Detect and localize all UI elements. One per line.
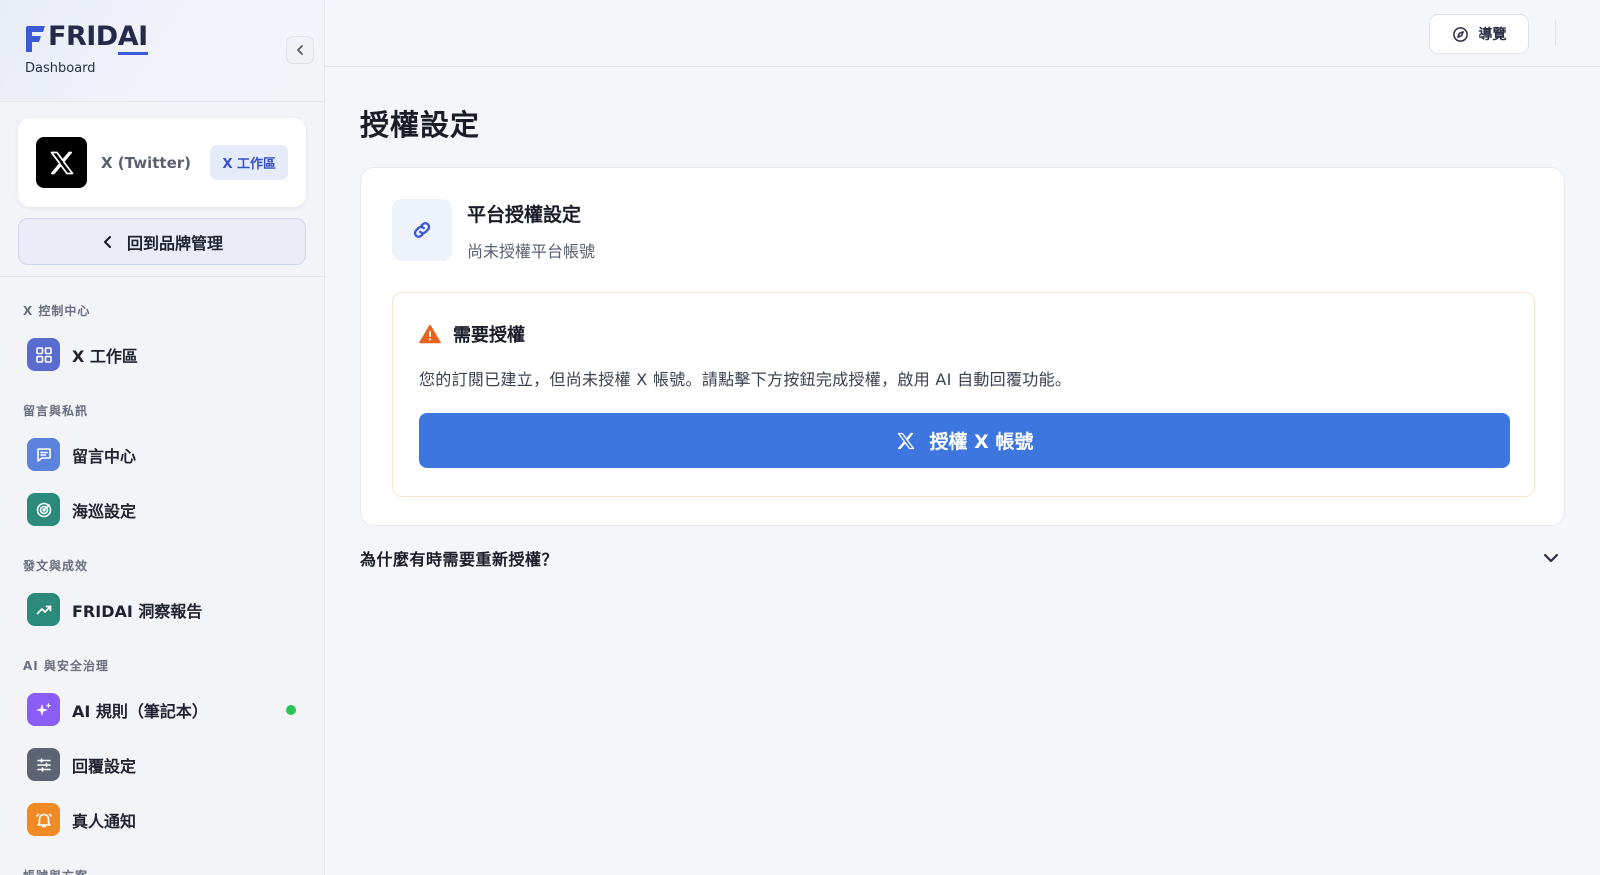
status-active-dot — [286, 705, 296, 715]
page-title: 授權設定 — [360, 108, 481, 142]
authorization-warning-box: 需要授權 您的訂閱已建立，但尚未授權 X 帳號。請點擊下方按鈕完成授權，啟用 A… — [392, 292, 1535, 497]
nav-section-title: X 控制中心 — [23, 304, 91, 318]
sidebar-item-human-notification[interactable]: 真人通知 — [0, 792, 324, 847]
chevron-left-icon — [297, 45, 303, 55]
sidebar-item-comment-center[interactable]: 留言中心 — [0, 427, 324, 482]
trend-up-icon — [27, 593, 60, 626]
sliders-icon — [27, 748, 60, 781]
sidebar-item-patrol-settings[interactable]: 海巡設定 — [0, 482, 324, 537]
sidebar-item-reply-settings[interactable]: 回覆設定 — [0, 737, 324, 792]
sidebar: FRIDAI Dashboard X (Twitter) X 工作區 回到品牌管… — [0, 0, 325, 875]
faq-reauthorize-toggle[interactable]: 為什麼有時需要重新授權？ — [360, 540, 1565, 576]
card-heading: 平台授權設定 — [467, 204, 582, 226]
bell-icon — [27, 803, 60, 836]
sidebar-item-ai-rules[interactable]: AI 規則（筆記本） — [0, 682, 324, 737]
sidebar-item-label: 海巡設定 — [72, 501, 137, 521]
logo-subtitle: Dashboard — [25, 61, 96, 76]
sidebar-item-insight-report[interactable]: FRIDAI 洞察報告 — [0, 582, 324, 637]
faq-question: 為什麼有時需要重新授權？ — [360, 550, 559, 569]
platform-name: X (Twitter) — [101, 153, 191, 172]
fridai-logo-icon — [26, 25, 45, 52]
logo[interactable]: FRIDAI — [24, 21, 148, 55]
nav-section-title: 帳號與方案 — [0, 867, 324, 875]
platform-auth-card: 平台授權設定 尚未授權平台帳號 需要授權 您的訂閱已建立，但尚未授權 X 帳號。… — [360, 167, 1565, 526]
x-logo-icon — [36, 137, 87, 188]
x-logo-icon — [897, 432, 914, 449]
back-to-brand-button[interactable]: 回到品牌管理 — [18, 218, 306, 265]
radar-icon — [27, 493, 60, 526]
workspace-badge[interactable]: X 工作區 — [210, 145, 288, 180]
sidebar-item-label: 回覆設定 — [72, 756, 137, 776]
link-icon — [392, 199, 452, 261]
authorize-x-account-button[interactable]: 授權 X 帳號 — [419, 413, 1510, 468]
sidebar-item-x-workspace[interactable]: X 工作區 — [0, 327, 324, 382]
platform-card[interactable]: X (Twitter) X 工作區 — [18, 118, 306, 207]
compass-icon — [1452, 26, 1468, 42]
sidebar-item-label: AI 規則（筆記本） — [72, 701, 208, 721]
chevron-left-icon — [103, 235, 112, 248]
divider — [1555, 20, 1556, 46]
warning-title: 需要授權 — [419, 321, 525, 347]
dashboard-grid-icon — [27, 338, 60, 371]
nav-section-title: 留言與私訊 — [23, 404, 89, 418]
authorize-button-label: 授權 X 帳號 — [929, 431, 1034, 453]
topbar: 導覽 — [325, 0, 1600, 67]
collapse-sidebar-button[interactable] — [286, 36, 314, 64]
sparkles-icon — [27, 693, 60, 726]
message-icon — [27, 438, 60, 471]
sidebar-item-label: 留言中心 — [72, 446, 137, 466]
warning-text: 您的訂閱已建立，但尚未授權 X 帳號。請點擊下方按鈕完成授權，啟用 AI 自動回… — [419, 370, 1072, 389]
back-button-label: 回到品牌管理 — [126, 233, 223, 253]
card-subtitle: 尚未授權平台帳號 — [467, 242, 596, 261]
guide-button[interactable]: 導覽 — [1429, 14, 1529, 54]
sidebar-nav: X 控制中心 X 工作區 留言與私訊 留言中心 海巡設定 發文與成效 FRIDA… — [0, 277, 324, 875]
brand-area: FRIDAI Dashboard — [0, 0, 324, 102]
guide-button-label: 導覽 — [1478, 27, 1507, 43]
sidebar-item-label: FRIDAI 洞察報告 — [72, 601, 203, 621]
nav-section-title: 發文與成效 — [23, 559, 89, 573]
warning-triangle-icon — [419, 324, 441, 344]
nav-section-title: AI 與安全治理 — [23, 659, 109, 673]
chevron-down-icon — [1543, 553, 1559, 563]
logo-text: FRIDAI — [48, 21, 148, 55]
sidebar-item-label: X 工作區 — [72, 346, 138, 366]
sidebar-item-label: 真人通知 — [72, 811, 137, 831]
